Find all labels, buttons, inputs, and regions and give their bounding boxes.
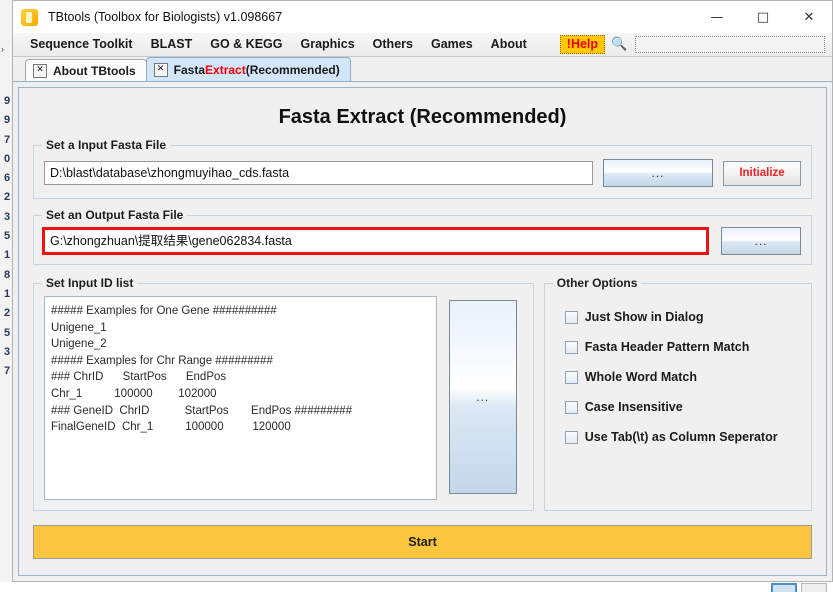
close-button[interactable]: ✕ (786, 1, 832, 33)
background-window-arrow: › (1, 44, 4, 54)
help-button[interactable]: !Help (559, 35, 606, 54)
checkbox-icon[interactable] (564, 310, 578, 324)
title-bar: TBtools (Toolbox for Biologists) v1.0986… (13, 1, 832, 33)
tbtools-logo-icon (21, 8, 38, 26)
input-fasta-browse-button[interactable]: ... (603, 159, 713, 187)
window-title: TBtools (Toolbox for Biologists) v1.0986… (48, 10, 283, 24)
output-fasta-browse-button[interactable]: ... (721, 227, 801, 255)
input-fasta-path-field[interactable]: D:\blast\database\zhongmuyihao_cds.fasta (44, 161, 593, 185)
taskbar-item-active[interactable] (771, 583, 797, 592)
ellipsis-icon: ... (476, 390, 490, 404)
checkbox-whole-word-match[interactable]: Whole Word Match (564, 370, 801, 384)
menu-others[interactable]: Others (364, 33, 422, 56)
tab-about-tbtools[interactable]: ✕ About TBtools (25, 59, 147, 81)
input-id-list-group: Set Input ID list ##### Examples for One… (33, 276, 534, 511)
input-id-list-group-title: Set Input ID list (42, 276, 138, 290)
menu-go-kegg[interactable]: GO & KEGG (201, 33, 291, 56)
tab-label-part-accent: Extract (205, 62, 246, 77)
tab-label-part-3: (Recommended) (245, 62, 340, 77)
other-options-group-title: Other Options (552, 276, 642, 290)
tab-fasta-extract[interactable]: ✕ Fasta Extract (Recommended) (145, 57, 351, 81)
checkbox-icon[interactable] (564, 370, 578, 384)
maximize-button[interactable]: □ (740, 1, 786, 33)
tab-close-icon[interactable]: ✕ (153, 62, 168, 77)
tab-strip: ✕ About TBtools ✕ Fasta Extract (Recomme… (13, 57, 832, 82)
input-fasta-group: Set a Input Fasta File D:\blast\database… (33, 138, 812, 199)
id-list-textarea[interactable]: ##### Examples for One Gene ########## U… (44, 296, 437, 500)
checkbox-icon[interactable] (564, 400, 578, 414)
page-title: Fasta Extract (Recommended) (278, 106, 567, 128)
search-icon[interactable]: 🔍 (611, 37, 627, 52)
menu-blast[interactable]: BLAST (142, 33, 202, 56)
checkbox-label: Case Insensitive (584, 400, 683, 414)
other-options-group: Other Options Just Show in Dialog Fasta … (543, 276, 812, 511)
checkbox-icon[interactable] (564, 430, 578, 444)
menu-about[interactable]: About (482, 33, 536, 56)
menu-graphics[interactable]: Graphics (291, 33, 363, 56)
checkbox-label: Whole Word Match (584, 370, 697, 384)
checkbox-label: Use Tab(\t) as Column Seperator (584, 430, 778, 444)
output-fasta-group: Set an Output Fasta File G:\zhongzhuan\提… (33, 208, 812, 265)
application-window: TBtools (Toolbox for Biologists) v1.0986… (12, 0, 833, 582)
content-area: Fasta Extract (Recommended) Set a Input … (13, 82, 832, 581)
output-fasta-path-field[interactable]: G:\zhongzhuan\提取结果\gene062834.fasta (42, 227, 709, 255)
window-controls: — □ ✕ (694, 1, 832, 33)
checkbox-label: Fasta Header Pattern Match (584, 340, 750, 354)
checkbox-label: Just Show in Dialog (584, 310, 704, 324)
initialize-button[interactable]: Initialize (723, 160, 801, 186)
taskbar-item[interactable] (801, 583, 827, 592)
minimize-button[interactable]: — (694, 1, 740, 33)
tab-label: About TBtools (53, 63, 136, 78)
start-button[interactable]: Start (33, 525, 812, 559)
tab-close-icon[interactable]: ✕ (33, 63, 47, 78)
menu-games[interactable]: Games (422, 33, 482, 56)
menu-sequence-toolkit[interactable]: Sequence Toolkit (21, 33, 142, 56)
output-fasta-group-title: Set an Output Fasta File (42, 208, 188, 222)
menu-bar: Sequence Toolkit BLAST GO & KEGG Graphic… (13, 33, 832, 57)
ellipsis-icon: ... (754, 234, 768, 248)
taskbar-peek (0, 582, 833, 592)
id-list-browse-button[interactable]: ... (448, 300, 517, 494)
checkbox-fasta-header-pattern-match[interactable]: Fasta Header Pattern Match (564, 340, 801, 354)
checkbox-icon[interactable] (564, 340, 578, 354)
tab-label-part-1: Fasta (173, 62, 206, 77)
search-input[interactable] (635, 36, 825, 53)
ellipsis-icon: ... (651, 166, 665, 180)
checkbox-case-insensitive[interactable]: Case Insensitive (564, 400, 801, 414)
checkbox-use-tab-as-column-seperator[interactable]: Use Tab(\t) as Column Seperator (564, 430, 801, 444)
input-fasta-group-title: Set a Input Fasta File (42, 138, 171, 152)
checkbox-just-show-in-dialog[interactable]: Just Show in Dialog (564, 310, 801, 324)
